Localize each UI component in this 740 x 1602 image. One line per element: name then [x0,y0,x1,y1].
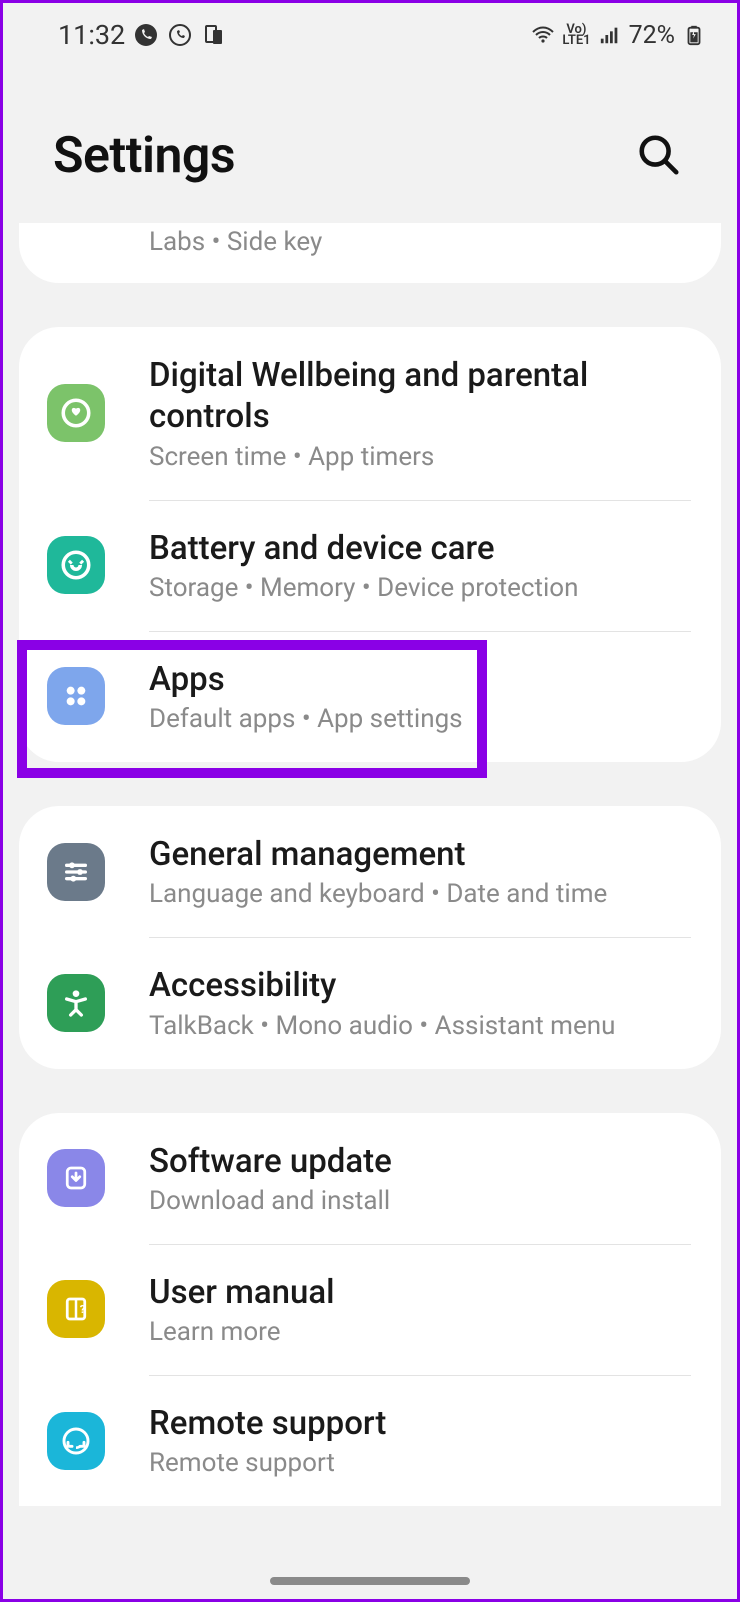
general-icon [47,843,105,901]
software-icon [47,1149,105,1207]
signal-icon [597,22,623,48]
settings-group-general: General management Language and keyboard… [19,806,721,1069]
settings-item-subtitle: Learn more [149,1317,691,1347]
apps-icon [47,667,105,725]
settings-item-software[interactable]: Software update Download and install [19,1113,721,1244]
manual-icon: ? [47,1280,105,1338]
svg-text:?: ? [80,1303,86,1316]
settings-item-title: User manual [149,1272,691,1313]
settings-item-subtitle: Language and keyboard • Date and time [149,879,691,909]
settings-item-subtitle: Labs • Side key [149,227,691,257]
settings-item-general[interactable]: General management Language and keyboard… [19,806,721,937]
settings-item-apps[interactable]: Apps Default apps • App settings [19,631,721,762]
settings-item-title: Apps [149,659,691,700]
phone-icon [133,22,159,48]
gesture-bar [270,1577,470,1585]
settings-item-title: Battery and device care [149,528,691,569]
battery-care-icon [47,536,105,594]
settings-group-support: Software update Download and install ? U… [19,1113,721,1507]
settings-item-manual[interactable]: ? User manual Learn more [19,1244,721,1375]
settings-item-subtitle: Download and install [149,1186,691,1216]
settings-item-remote[interactable]: Remote support Remote support [19,1375,721,1506]
page-title: Settings [53,127,235,185]
wifi-icon [530,22,556,48]
settings-item-accessibility[interactable]: Accessibility TalkBack • Mono audio • As… [19,937,721,1068]
settings-item-subtitle: Screen time • App timers [149,442,691,472]
battery-text: 72% [629,21,675,50]
remote-icon [47,1412,105,1470]
volte-icon: Vo)LTE1 [562,24,590,46]
settings-item-title: General management [149,834,691,875]
settings-item-subtitle: TalkBack • Mono audio • Assistant menu [149,1011,691,1041]
status-right: Vo)LTE1 72% [530,21,707,50]
screen-icon [201,22,227,48]
settings-item-subtitle: Default apps • App settings [149,704,691,734]
wellbeing-icon [47,384,105,442]
status-left: 11:32 [58,19,227,51]
settings-group-device: Digital Wellbeing and parental controls … [19,327,721,762]
accessibility-icon [47,974,105,1032]
battery-icon [681,22,707,48]
settings-item-battery[interactable]: Battery and device care Storage • Memory… [19,500,721,631]
settings-item-title: Software update [149,1141,691,1182]
settings-item-wellbeing[interactable]: Digital Wellbeing and parental controls … [19,327,721,500]
settings-item-title: Remote support [149,1403,691,1444]
settings-item-subtitle: Storage • Memory • Device protection [149,573,691,603]
search-icon [636,132,682,178]
settings-group-advanced: Labs • Side key [19,223,721,283]
search-button[interactable] [636,132,682,181]
settings-item-title: Digital Wellbeing and parental controls [149,355,691,438]
settings-item-subtitle: Remote support [149,1448,691,1478]
status-time: 11:32 [58,19,125,51]
settings-item-title: Accessibility [149,965,691,1006]
status-bar: 11:32 Vo)LTE1 72% [3,3,737,57]
settings-item-advanced[interactable]: Labs • Side key [19,223,721,283]
header: Settings [3,57,737,225]
whatsapp-icon [167,22,193,48]
